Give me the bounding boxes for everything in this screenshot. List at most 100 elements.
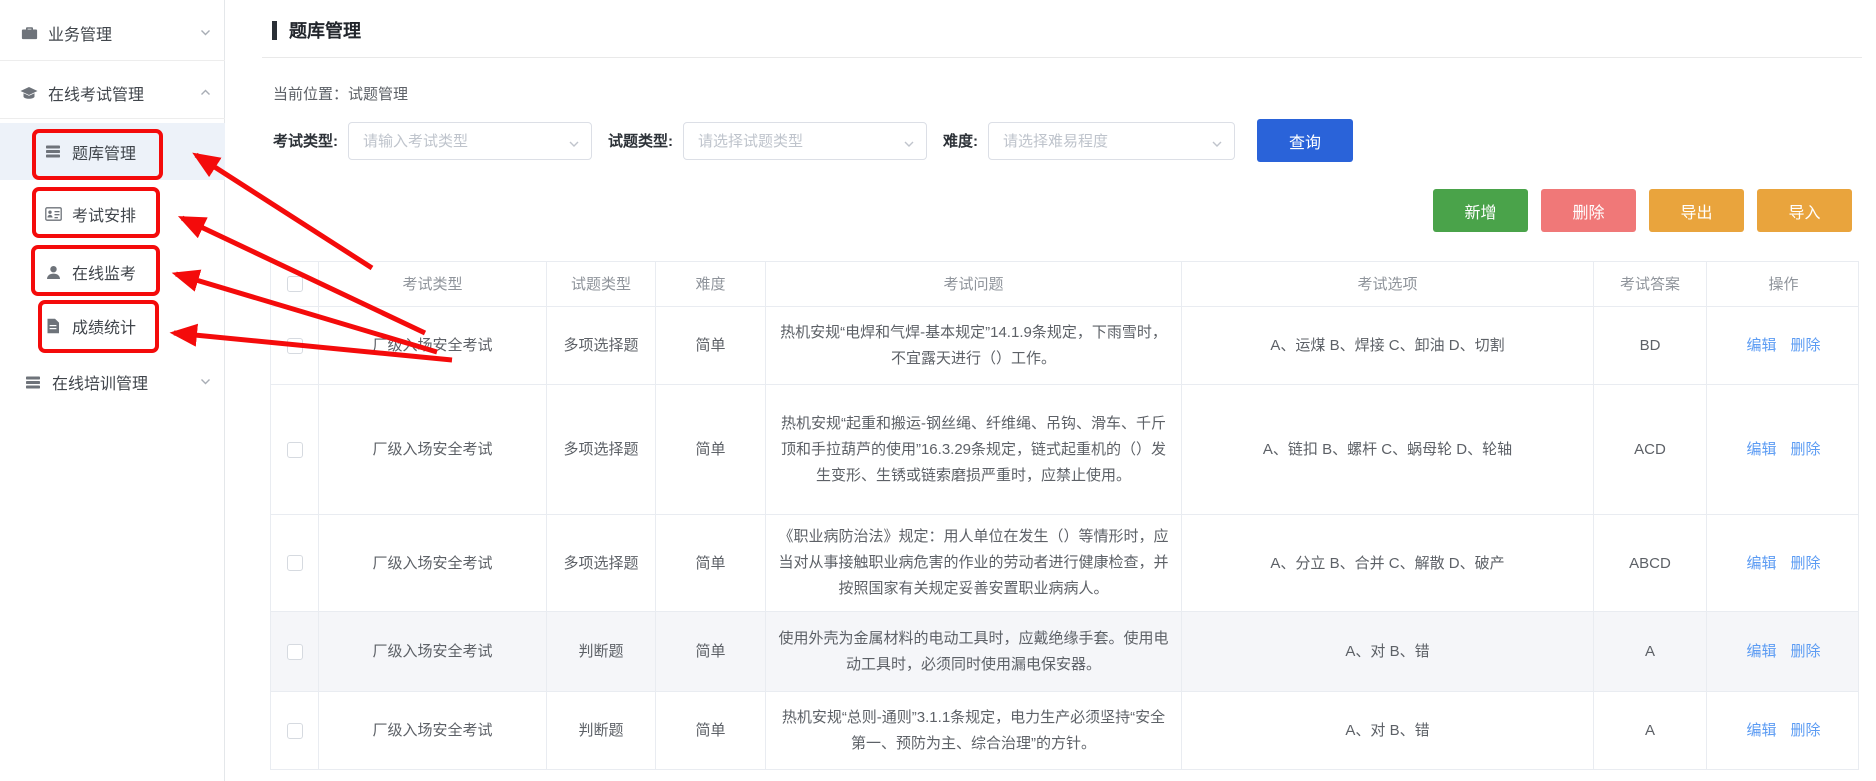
edit-link[interactable]: 编辑 [1746,639,1776,664]
table-row: 厂级入场安全考试 判断题 简单 热机安规“总则-通则”3.1.1条规定，电力生产… [271,692,1858,770]
exam-type-cell: 厂级入场安全考试 [319,515,547,611]
options-cell: A、运煤 B、焊接 C、卸油 D、切割 [1182,307,1594,384]
title-accent-bar [272,21,277,40]
query-button[interactable]: 查询 [1257,119,1353,162]
question-table: 考试类型 试题类型 难度 考试问题 考试选项 考试答案 操作 厂级入场安全考试 … [270,261,1859,770]
chevron-down-icon [568,137,580,155]
exam-type-cell: 厂级入场安全考试 [319,612,547,691]
import-button[interactable]: 导入 [1757,189,1852,232]
row-checkbox[interactable] [287,644,303,660]
question-type-cell: 多项选择题 [547,515,656,611]
options-cell: A、对 B、错 [1182,692,1594,769]
column-header-options: 考试选项 [1182,262,1594,306]
header-checkbox-cell [271,262,319,306]
operation-cell: 编辑 删除 [1707,385,1860,514]
sidebar-item-exam-schedule[interactable]: 考试安排 [0,195,225,233]
list-icon [44,144,62,159]
sidebar-divider [0,60,225,61]
sidebar: 业务管理 在线考试管理 题库管理 考试安排 [0,0,225,781]
sidebar-item-label: 考试安排 [72,202,136,226]
sidebar-item-online-proctor[interactable]: 在线监考 [0,253,225,291]
chevron-down-icon [200,376,209,385]
graduation-cap-icon [20,86,38,101]
exam-type-cell: 厂级入场安全考试 [319,307,547,384]
row-checkbox-cell [271,515,319,611]
difficulty-cell: 简单 [656,307,766,384]
options-cell: A、链扣 B、螺杆 C、蜗母轮 D、轮轴 [1182,385,1594,514]
difficulty-select[interactable]: 请选择难易程度 [988,122,1235,160]
column-header-question: 考试问题 [766,262,1182,306]
row-checkbox[interactable] [287,442,303,458]
page-title: 题库管理 [289,17,361,43]
filter-row: 考试类型: 请输入考试类型 试题类型: 请选择试题类型 难度: 请选择难易程度 [273,119,1353,162]
answer-cell: ACD [1594,385,1707,514]
sidebar-item-label: 业务管理 [48,21,112,45]
exam-type-filter-label: 考试类型: [273,130,338,151]
title-divider [262,57,1862,58]
question-type-placeholder: 请选择试题类型 [698,130,803,151]
briefcase-icon [20,25,38,41]
select-all-checkbox[interactable] [287,276,303,292]
exam-type-cell: 厂级入场安全考试 [319,385,547,514]
difficulty-cell: 简单 [656,692,766,769]
edit-link[interactable]: 编辑 [1746,551,1776,576]
column-header-difficulty: 难度 [656,262,766,306]
sidebar-item-business-management[interactable]: 业务管理 [0,14,225,52]
id-card-icon [44,207,62,221]
question-cell: 热机安规“总则-通则”3.1.1条规定，电力生产必须坚持“安全第一、预防为主、综… [766,692,1182,769]
row-checkbox-cell [271,612,319,691]
action-button-row: 新增 删除 导出 导入 [1420,189,1852,232]
exam-type-placeholder: 请输入考试类型 [363,130,468,151]
chevron-down-icon [903,137,915,155]
add-button[interactable]: 新增 [1433,189,1528,232]
question-type-cell: 判断题 [547,692,656,769]
delete-link[interactable]: 删除 [1791,333,1821,358]
delete-link[interactable]: 删除 [1791,551,1821,576]
main-content: 题库管理 当前位置：试题管理 考试类型: 请输入考试类型 试题类型: 请选择试题… [225,0,1876,781]
question-bank-page: 业务管理 在线考试管理 题库管理 考试安排 [0,0,1876,781]
edit-link[interactable]: 编辑 [1746,718,1776,743]
options-cell: A、分立 B、合并 C、解散 D、破产 [1182,515,1594,611]
exam-type-select[interactable]: 请输入考试类型 [348,122,592,160]
table-row: 厂级入场安全考试 多项选择题 简单 热机安规“电焊和气焊-基本规定”14.1.9… [271,307,1858,385]
edit-link[interactable]: 编辑 [1746,333,1776,358]
table-row: 厂级入场安全考试 多项选择题 简单 《职业病防治法》规定：用人单位在发生（）等情… [271,515,1858,612]
table-row: 厂级入场安全考试 判断题 简单 使用外壳为金属材料的电动工具时，应戴绝缘手套。使… [271,612,1858,692]
column-header-exam-type: 考试类型 [319,262,547,306]
answer-cell: ABCD [1594,515,1707,611]
sidebar-item-score-statistics[interactable]: 成绩统计 [0,307,225,345]
difficulty-cell: 简单 [656,515,766,611]
question-type-filter-label: 试题类型: [608,130,673,151]
column-header-question-type: 试题类型 [547,262,656,306]
sidebar-item-online-training-management[interactable]: 在线培训管理 [0,363,225,401]
row-checkbox[interactable] [287,723,303,739]
edit-link[interactable]: 编辑 [1746,437,1776,462]
row-checkbox[interactable] [287,555,303,571]
question-type-cell: 多项选择题 [547,307,656,384]
operation-cell: 编辑 删除 [1707,612,1860,691]
chevron-down-icon [1211,137,1223,155]
question-cell: 热机安规“电焊和气焊-基本规定”14.1.9条规定，下雨雪时，不宜露天进行（）工… [766,307,1182,384]
sidebar-item-question-bank[interactable]: 题库管理 [0,123,225,180]
breadcrumb: 当前位置：试题管理 [273,83,408,104]
sidebar-item-label: 题库管理 [72,140,136,164]
export-button[interactable]: 导出 [1649,189,1744,232]
chevron-up-icon [200,87,209,96]
options-cell: A、对 B、错 [1182,612,1594,691]
sidebar-divider [0,118,225,119]
document-icon [44,318,62,334]
question-cell: 《职业病防治法》规定：用人单位在发生（）等情形时，应当对从事接触职业病危害的作业… [766,515,1182,611]
difficulty-placeholder: 请选择难易程度 [1003,130,1108,151]
delete-button[interactable]: 删除 [1541,189,1636,232]
question-type-select[interactable]: 请选择试题类型 [683,122,927,160]
row-checkbox-cell [271,692,319,769]
delete-link[interactable]: 删除 [1791,437,1821,462]
sidebar-item-online-exam-management[interactable]: 在线考试管理 [0,74,225,112]
operation-cell: 编辑 删除 [1707,692,1860,769]
delete-link[interactable]: 删除 [1791,718,1821,743]
delete-link[interactable]: 删除 [1791,639,1821,664]
row-checkbox[interactable] [287,338,303,354]
list-icon [24,375,42,390]
answer-cell: BD [1594,307,1707,384]
question-cell: 使用外壳为金属材料的电动工具时，应戴绝缘手套。使用电动工具时，必须同时使用漏电保… [766,612,1182,691]
